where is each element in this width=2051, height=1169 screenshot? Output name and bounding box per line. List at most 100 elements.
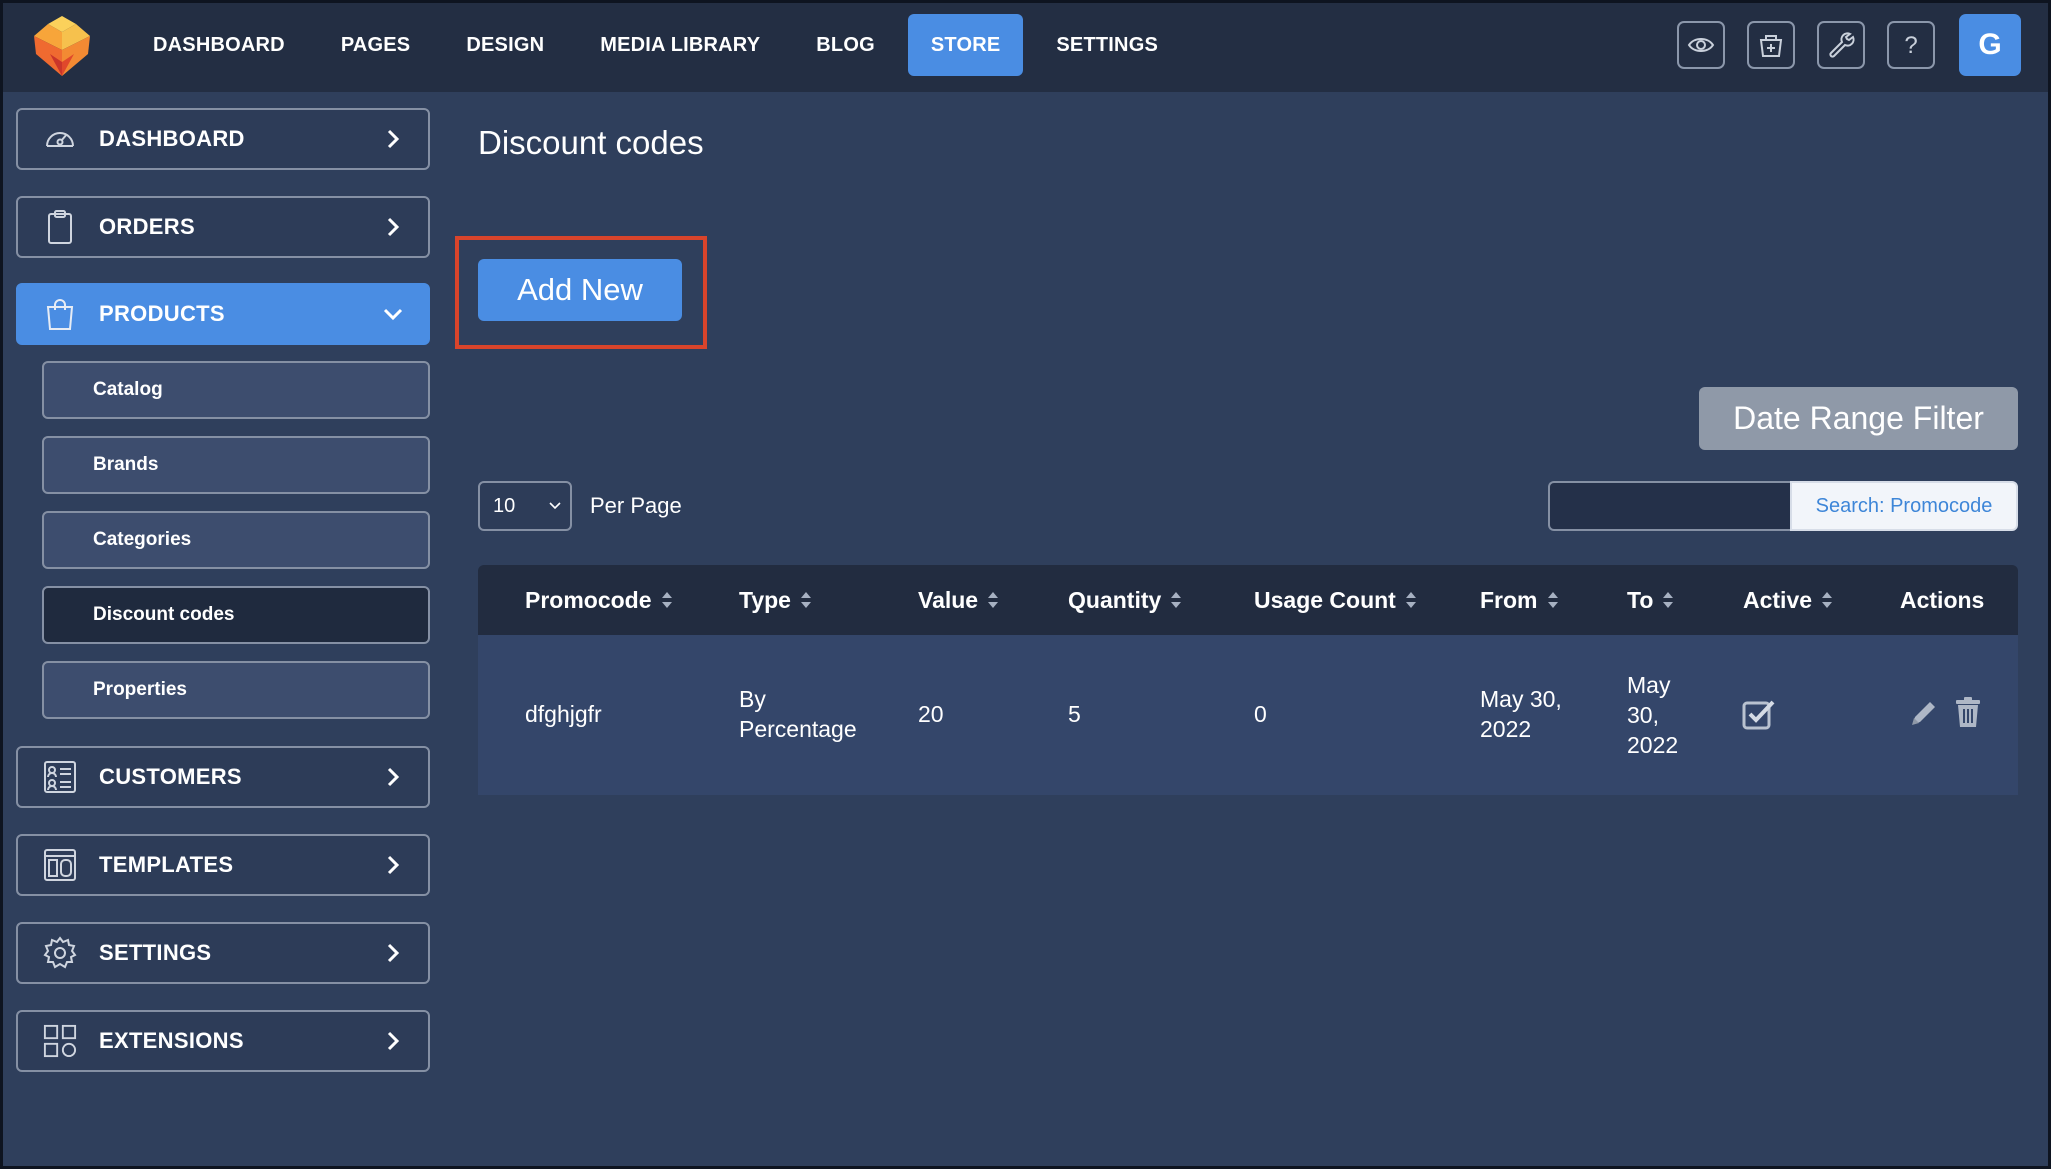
- sidebar-item-label: PRODUCTS: [99, 301, 225, 326]
- header-label: Value: [918, 586, 979, 613]
- column-header-usage-count[interactable]: Usage Count: [1254, 565, 1417, 635]
- header-label: Actions: [1900, 586, 1985, 613]
- shopping-bag-icon: [46, 299, 74, 330]
- cell-type-line: By: [739, 686, 766, 712]
- cell-type: By Percentage: [739, 684, 857, 744]
- cell-to-line: 2022: [1627, 732, 1679, 758]
- cell-from: May 30, 2022: [1480, 684, 1562, 744]
- chevron-right-icon: [387, 855, 400, 875]
- brand-logo-icon[interactable]: [30, 14, 94, 78]
- column-header-actions: Actions: [1900, 565, 1984, 635]
- nav-dashboard[interactable]: DASHBOARD: [130, 14, 308, 76]
- cell-value: 20: [918, 701, 944, 727]
- sidebar-item-label: CUSTOMERS: [99, 764, 242, 789]
- sidebar-item-label: DASHBOARD: [99, 126, 245, 151]
- nav-media-library[interactable]: MEDIA LIBRARY: [577, 14, 783, 76]
- sidebar-item-label: EXTENSIONS: [99, 1028, 244, 1053]
- sort-icon: [661, 592, 672, 608]
- column-header-type[interactable]: Type: [739, 565, 812, 635]
- extensions-grid-icon: [43, 1024, 77, 1058]
- sort-icon: [1547, 592, 1558, 608]
- sidebar-item-label: SETTINGS: [99, 940, 212, 965]
- user-avatar[interactable]: G: [1959, 14, 2021, 76]
- nav-blog[interactable]: BLOG: [793, 14, 898, 76]
- cell-usage-count: 0: [1254, 701, 1267, 727]
- wrench-icon: [1829, 32, 1855, 58]
- per-page-select[interactable]: 10: [478, 481, 572, 531]
- cell-from-line: 2022: [1480, 716, 1532, 742]
- cell-to-line: 30,: [1627, 702, 1659, 728]
- gear-icon: [43, 936, 77, 969]
- cell-from-line: May 30,: [1480, 686, 1562, 712]
- header-label: Usage Count: [1254, 586, 1396, 613]
- sidebar-item-orders[interactable]: ORDERS: [16, 196, 430, 258]
- sidebar-item-label: TEMPLATES: [99, 852, 234, 877]
- sort-icon: [1822, 592, 1833, 608]
- sidebar-item-dashboard[interactable]: DASHBOARD: [16, 108, 430, 170]
- sort-icon: [800, 592, 811, 608]
- top-navbar: DASHBOARD PAGES DESIGN MEDIA LIBRARY BLO…: [0, 0, 2051, 92]
- per-page-value: 10: [493, 494, 516, 517]
- store-add-icon: [1759, 35, 1783, 57]
- chevron-down-icon: [549, 502, 561, 510]
- per-page-label: Per Page: [590, 493, 682, 518]
- sidebar-item-templates[interactable]: TEMPLATES: [16, 834, 430, 896]
- cell-to: May 30, 2022: [1627, 670, 1678, 760]
- pencil-edit-icon[interactable]: [1908, 697, 1940, 729]
- chevron-down-icon: [383, 308, 403, 321]
- sidebar-subitem-discount-codes[interactable]: Discount codes: [42, 586, 430, 644]
- sidebar-item-settings[interactable]: SETTINGS: [16, 922, 430, 984]
- contact-card-icon: [44, 761, 76, 793]
- promocode-search-input[interactable]: [1548, 481, 1792, 531]
- gauge-icon: [46, 132, 74, 147]
- sort-icon: [988, 592, 999, 608]
- nav-settings[interactable]: SETTINGS: [1033, 14, 1181, 76]
- cell-promocode: dfghjgfr: [525, 701, 602, 727]
- cell-type-line: Percentage: [739, 716, 857, 742]
- sidebar-item-customers[interactable]: CUSTOMERS: [16, 746, 430, 808]
- sidebar-subitem-categories[interactable]: Categories: [42, 511, 430, 569]
- main-nav: DASHBOARD PAGES DESIGN MEDIA LIBRARY BLO…: [130, 14, 1191, 76]
- clipboard-icon: [48, 210, 72, 244]
- date-range-filter-button[interactable]: Date Range Filter: [1699, 387, 2018, 450]
- column-header-active[interactable]: Active: [1743, 565, 1833, 635]
- nav-design[interactable]: DESIGN: [443, 14, 567, 76]
- chevron-right-icon: [387, 943, 400, 963]
- column-header-from[interactable]: From: [1480, 565, 1559, 635]
- header-label: Quantity: [1068, 586, 1162, 613]
- eye-icon: [1687, 38, 1715, 52]
- nav-store[interactable]: STORE: [907, 14, 1024, 76]
- header-label: Promocode: [525, 586, 652, 613]
- preview-button[interactable]: [1677, 21, 1725, 69]
- sidebar-item-label: ORDERS: [99, 214, 195, 239]
- add-new-button[interactable]: Add New: [478, 259, 682, 321]
- chevron-right-icon: [387, 129, 400, 149]
- sidebar-item-products[interactable]: PRODUCTS: [16, 283, 430, 345]
- store-add-button[interactable]: [1747, 21, 1795, 69]
- search-promocode-button[interactable]: Search: Promocode: [1790, 481, 2018, 531]
- column-header-quantity[interactable]: Quantity: [1068, 565, 1182, 635]
- sidebar-subitem-properties[interactable]: Properties: [42, 661, 430, 719]
- tools-button[interactable]: [1817, 21, 1865, 69]
- column-header-value[interactable]: Value: [918, 565, 999, 635]
- chevron-right-icon: [387, 767, 400, 787]
- cell-quantity: 5: [1068, 701, 1081, 727]
- sort-icon: [1405, 592, 1416, 608]
- header-label: From: [1480, 586, 1538, 613]
- sidebar-subitem-catalog[interactable]: Catalog: [42, 361, 430, 419]
- column-header-to[interactable]: To: [1627, 565, 1674, 635]
- help-icon: ?: [1904, 32, 1917, 59]
- help-button[interactable]: ?: [1887, 21, 1935, 69]
- svg-text:?: ?: [1904, 32, 1917, 59]
- chevron-right-icon: [387, 217, 400, 237]
- column-header-promocode[interactable]: Promocode: [525, 565, 673, 635]
- template-icon: [44, 849, 76, 881]
- sidebar-item-extensions[interactable]: EXTENSIONS: [16, 1010, 430, 1072]
- checkbox-checked-icon[interactable]: [1742, 698, 1776, 730]
- trash-delete-icon[interactable]: [1955, 696, 1981, 728]
- sidebar-subitem-brands[interactable]: Brands: [42, 436, 430, 494]
- sort-icon: [1663, 592, 1674, 608]
- nav-pages[interactable]: PAGES: [318, 14, 434, 76]
- header-label: Type: [739, 586, 791, 613]
- header-label: To: [1627, 586, 1654, 613]
